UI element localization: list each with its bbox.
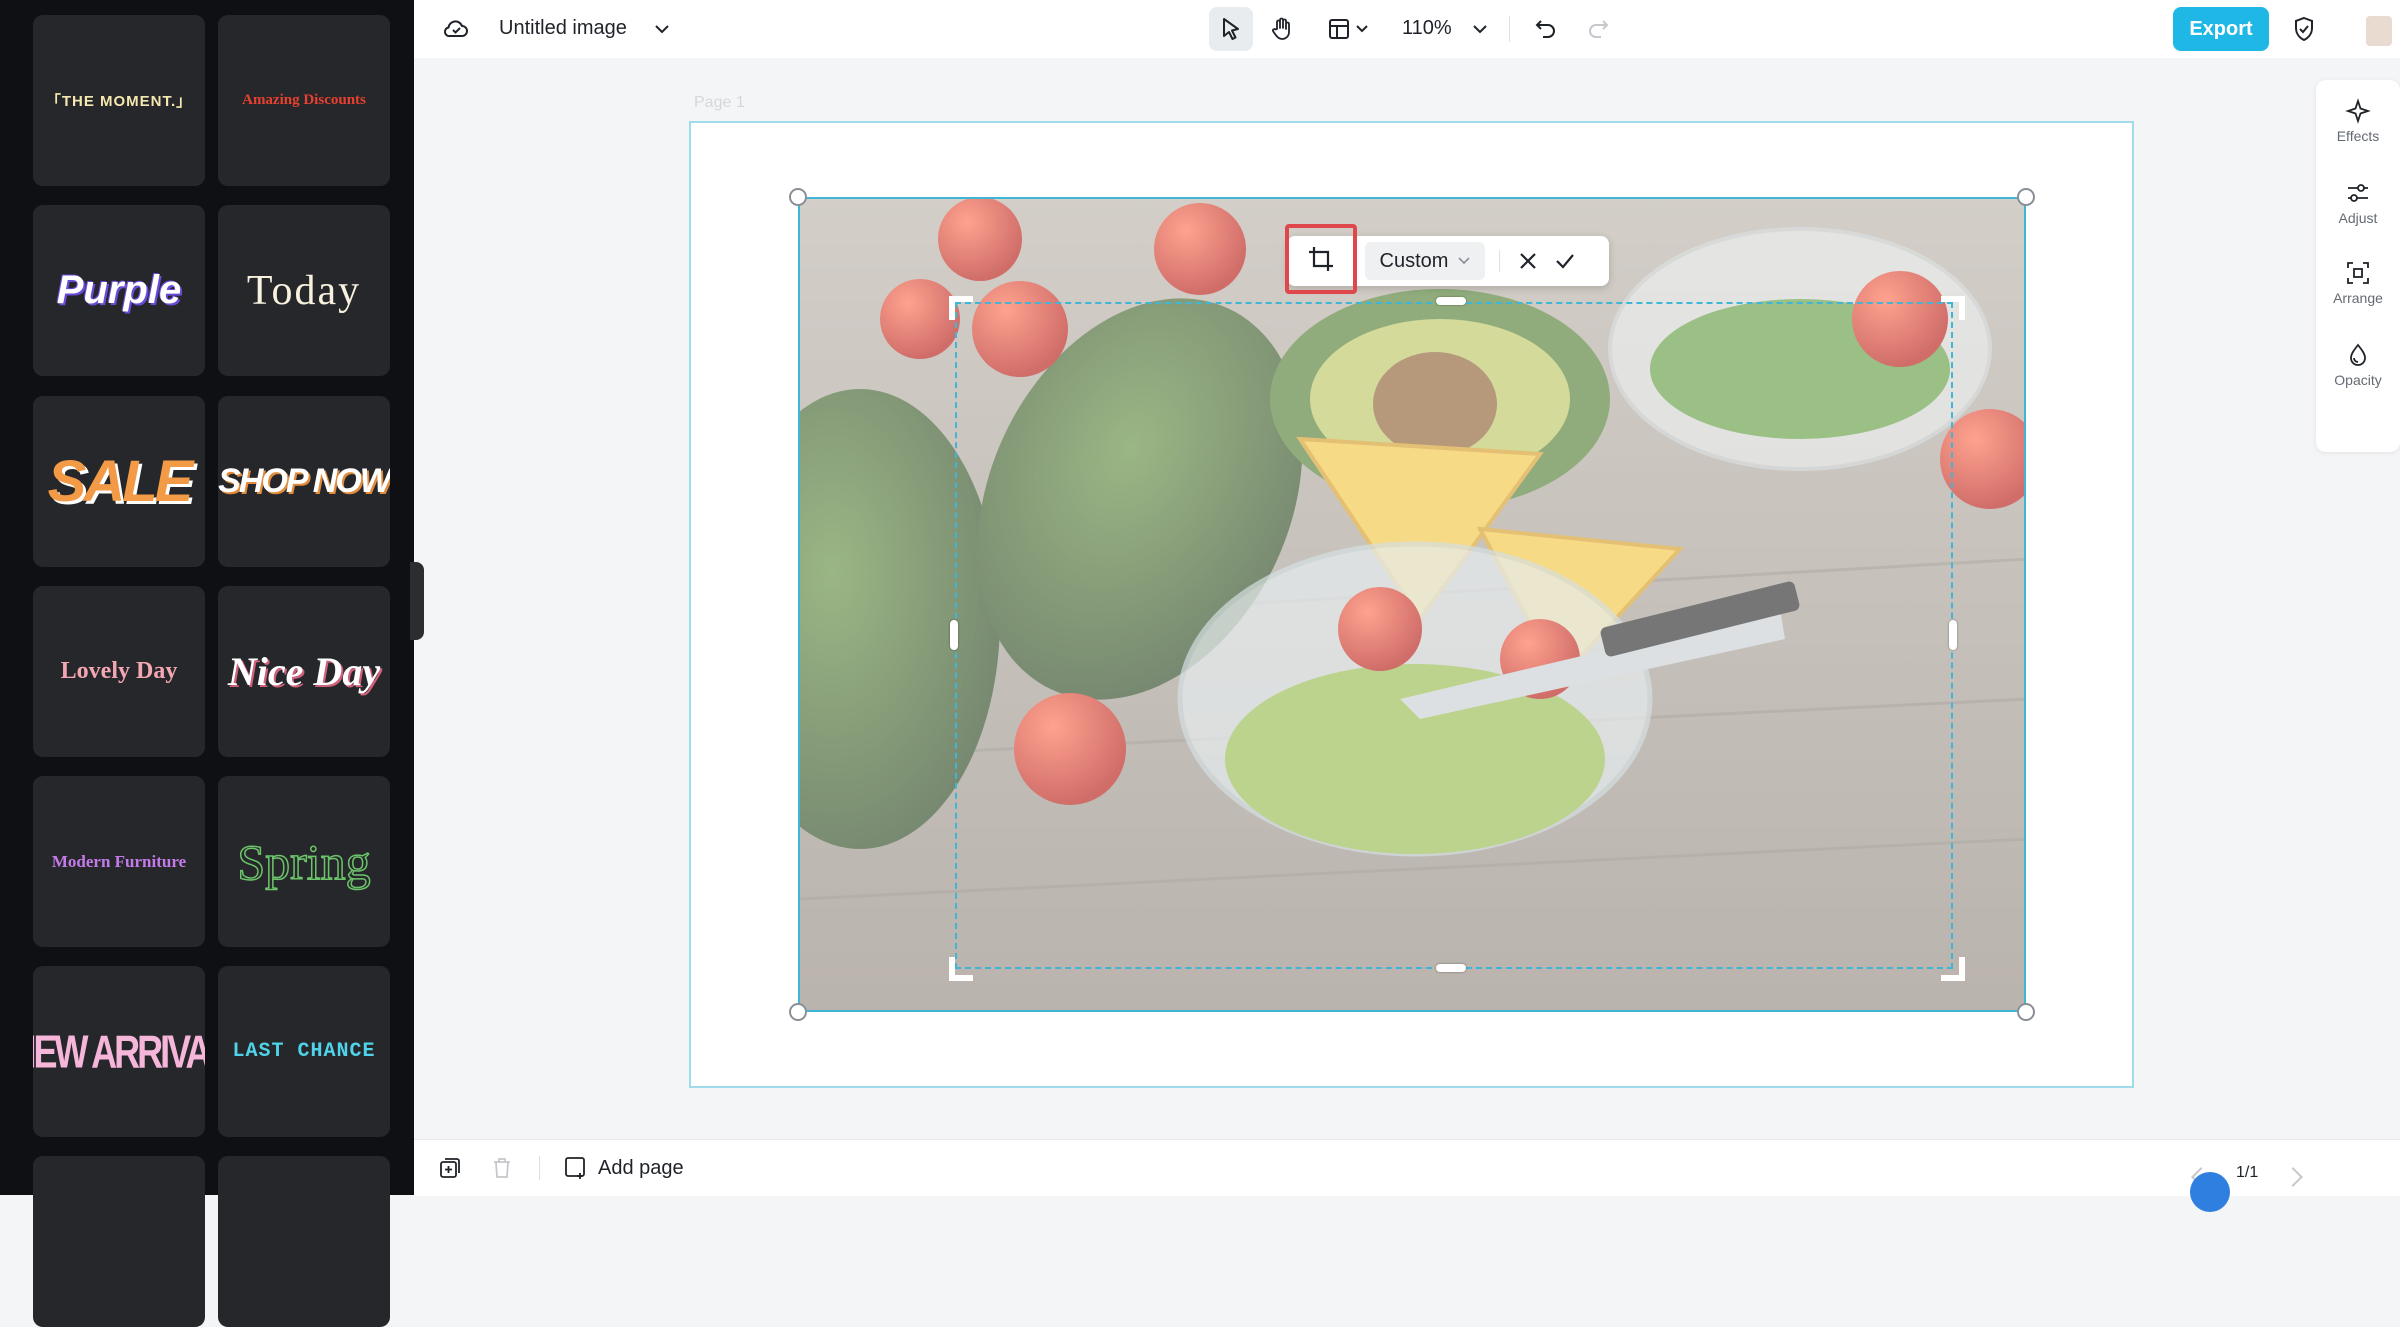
arrange-icon — [2347, 262, 2369, 284]
export-button[interactable]: Export — [2173, 7, 2269, 51]
template-text: LAST CHANCE — [232, 1040, 376, 1063]
toolbar-divider — [539, 1156, 540, 1180]
check-icon — [1556, 254, 1574, 269]
crop-corner-br[interactable] — [1941, 957, 1965, 981]
rail-label: Effects — [2336, 128, 2380, 144]
resize-handle-bl[interactable] — [789, 1003, 807, 1021]
template-text: SHOP NOW — [218, 462, 390, 500]
adjust-button[interactable]: Adjust — [2316, 180, 2400, 226]
add-page-icon — [565, 1157, 585, 1179]
document-title[interactable]: Untitled image — [499, 17, 627, 40]
next-page-icon[interactable] — [2283, 1167, 2303, 1187]
template-text: Modern Furniture — [51, 851, 187, 871]
resize-handle-tr[interactable] — [2017, 188, 2035, 206]
cursor-icon — [1223, 18, 1239, 40]
template-text: Spring — [237, 833, 372, 891]
aspect-ratio-dropdown[interactable]: Custom — [1365, 242, 1485, 280]
template-text: Today — [246, 267, 362, 314]
template-tile[interactable]: Nice Day — [218, 586, 390, 757]
shield-check-icon[interactable] — [2288, 13, 2320, 45]
template-tile[interactable]: Today — [218, 205, 390, 376]
chevron-down-icon[interactable] — [1468, 17, 1492, 41]
resize-handle-tl[interactable] — [789, 188, 807, 206]
undo-icon[interactable] — [1530, 13, 1562, 45]
page-counter: 1/1 — [2236, 1164, 2259, 1181]
panel-collapse-handle[interactable] — [410, 562, 424, 640]
chevron-down-icon — [1356, 25, 1368, 33]
crop-corner-tl[interactable] — [949, 296, 973, 320]
template-text: Lovely Day — [60, 658, 178, 684]
template-tile[interactable]: SHOP NOW — [218, 396, 390, 567]
trash-icon[interactable] — [486, 1152, 518, 1184]
add-page-label: Add page — [598, 1156, 684, 1179]
layout-dropdown-button[interactable] — [1322, 7, 1374, 51]
aspect-ratio-label: Custom — [1379, 249, 1449, 272]
opacity-button[interactable]: Opacity — [2316, 342, 2400, 388]
template-tile[interactable] — [33, 1156, 205, 1327]
template-text: 「THE MOMENT.」 — [45, 93, 193, 110]
template-tile[interactable]: NEW ARRIVAL — [33, 966, 205, 1137]
template-tile[interactable] — [218, 1156, 390, 1327]
crop-toolbar: Custom — [1285, 224, 1609, 294]
crop-handle-right[interactable] — [1949, 620, 1957, 650]
crop-icon — [1309, 247, 1333, 271]
template-tile[interactable]: Purple — [33, 205, 205, 376]
template-panel: 「THE MOMENT.」 Amazing Discounts Purple T… — [0, 0, 414, 1327]
crop-region[interactable] — [955, 302, 1953, 969]
chevron-down-icon[interactable] — [650, 17, 674, 41]
template-text: Nice Day — [227, 649, 381, 694]
crop-corner-tr[interactable] — [1941, 296, 1965, 320]
rail-label: Opacity — [2334, 372, 2382, 388]
cancel-crop-button[interactable] — [1512, 245, 1544, 277]
hand-tool-button[interactable] — [1260, 7, 1304, 51]
template-tile[interactable]: Lovely Day — [33, 586, 205, 757]
cloud-sync-icon[interactable] — [440, 13, 472, 45]
rail-label: Adjust — [2338, 210, 2378, 226]
template-tile[interactable]: LAST CHANCE — [218, 966, 390, 1137]
chevron-down-icon — [1458, 257, 1471, 265]
top-toolbar: Untitled image 110% Export — [414, 0, 2400, 58]
arrange-button[interactable]: Arrange — [2316, 260, 2400, 306]
hand-icon — [1272, 17, 1290, 40]
crop-handle-left[interactable] — [950, 620, 958, 650]
page-label: Page 1 — [694, 94, 745, 111]
assistant-icon[interactable] — [2190, 1172, 2230, 1212]
bottom-bar: Add page 1/1 — [414, 1139, 2400, 1212]
redo-icon[interactable] — [1582, 13, 1614, 45]
template-text: Purple — [56, 268, 182, 312]
template-tile[interactable]: Modern Furniture — [33, 776, 205, 947]
property-rail: Effects Adjust Arrange Opacity — [2316, 80, 2400, 452]
crop-handle-top[interactable] — [1436, 297, 1466, 305]
sparkle-icon — [2345, 98, 2371, 124]
sliders-icon — [2348, 184, 2368, 202]
resize-handle-br[interactable] — [2017, 1003, 2035, 1021]
select-tool-button[interactable] — [1209, 7, 1253, 51]
template-tile[interactable]: Amazing Discounts — [218, 15, 390, 186]
rail-label: Arrange — [2333, 290, 2383, 306]
toolbar-divider — [1509, 16, 1510, 42]
template-tile[interactable]: 「THE MOMENT.」 — [33, 15, 205, 186]
crop-corner-bl[interactable] — [949, 957, 973, 981]
crop-mode-button[interactable] — [1285, 224, 1357, 294]
effects-button[interactable]: Effects — [2316, 98, 2400, 144]
zoom-level[interactable]: 110% — [1402, 17, 1452, 40]
close-icon — [1520, 253, 1536, 269]
add-page-button[interactable]: Add page — [564, 1150, 704, 1186]
layout-icon — [1329, 19, 1349, 39]
toolbar-divider — [1499, 250, 1500, 272]
template-text: NEW ARRIVAL — [33, 1024, 205, 1078]
avatar[interactable] — [2366, 16, 2392, 46]
template-text: Amazing Discounts — [242, 92, 366, 108]
drop-icon — [2350, 343, 2366, 366]
crop-handle-bottom[interactable] — [1436, 964, 1466, 972]
template-tile[interactable]: SALE — [33, 396, 205, 567]
template-tile[interactable]: Spring — [218, 776, 390, 947]
template-text: SALE — [47, 449, 194, 514]
confirm-crop-button[interactable] — [1549, 245, 1581, 277]
duplicate-page-icon[interactable] — [434, 1152, 466, 1184]
